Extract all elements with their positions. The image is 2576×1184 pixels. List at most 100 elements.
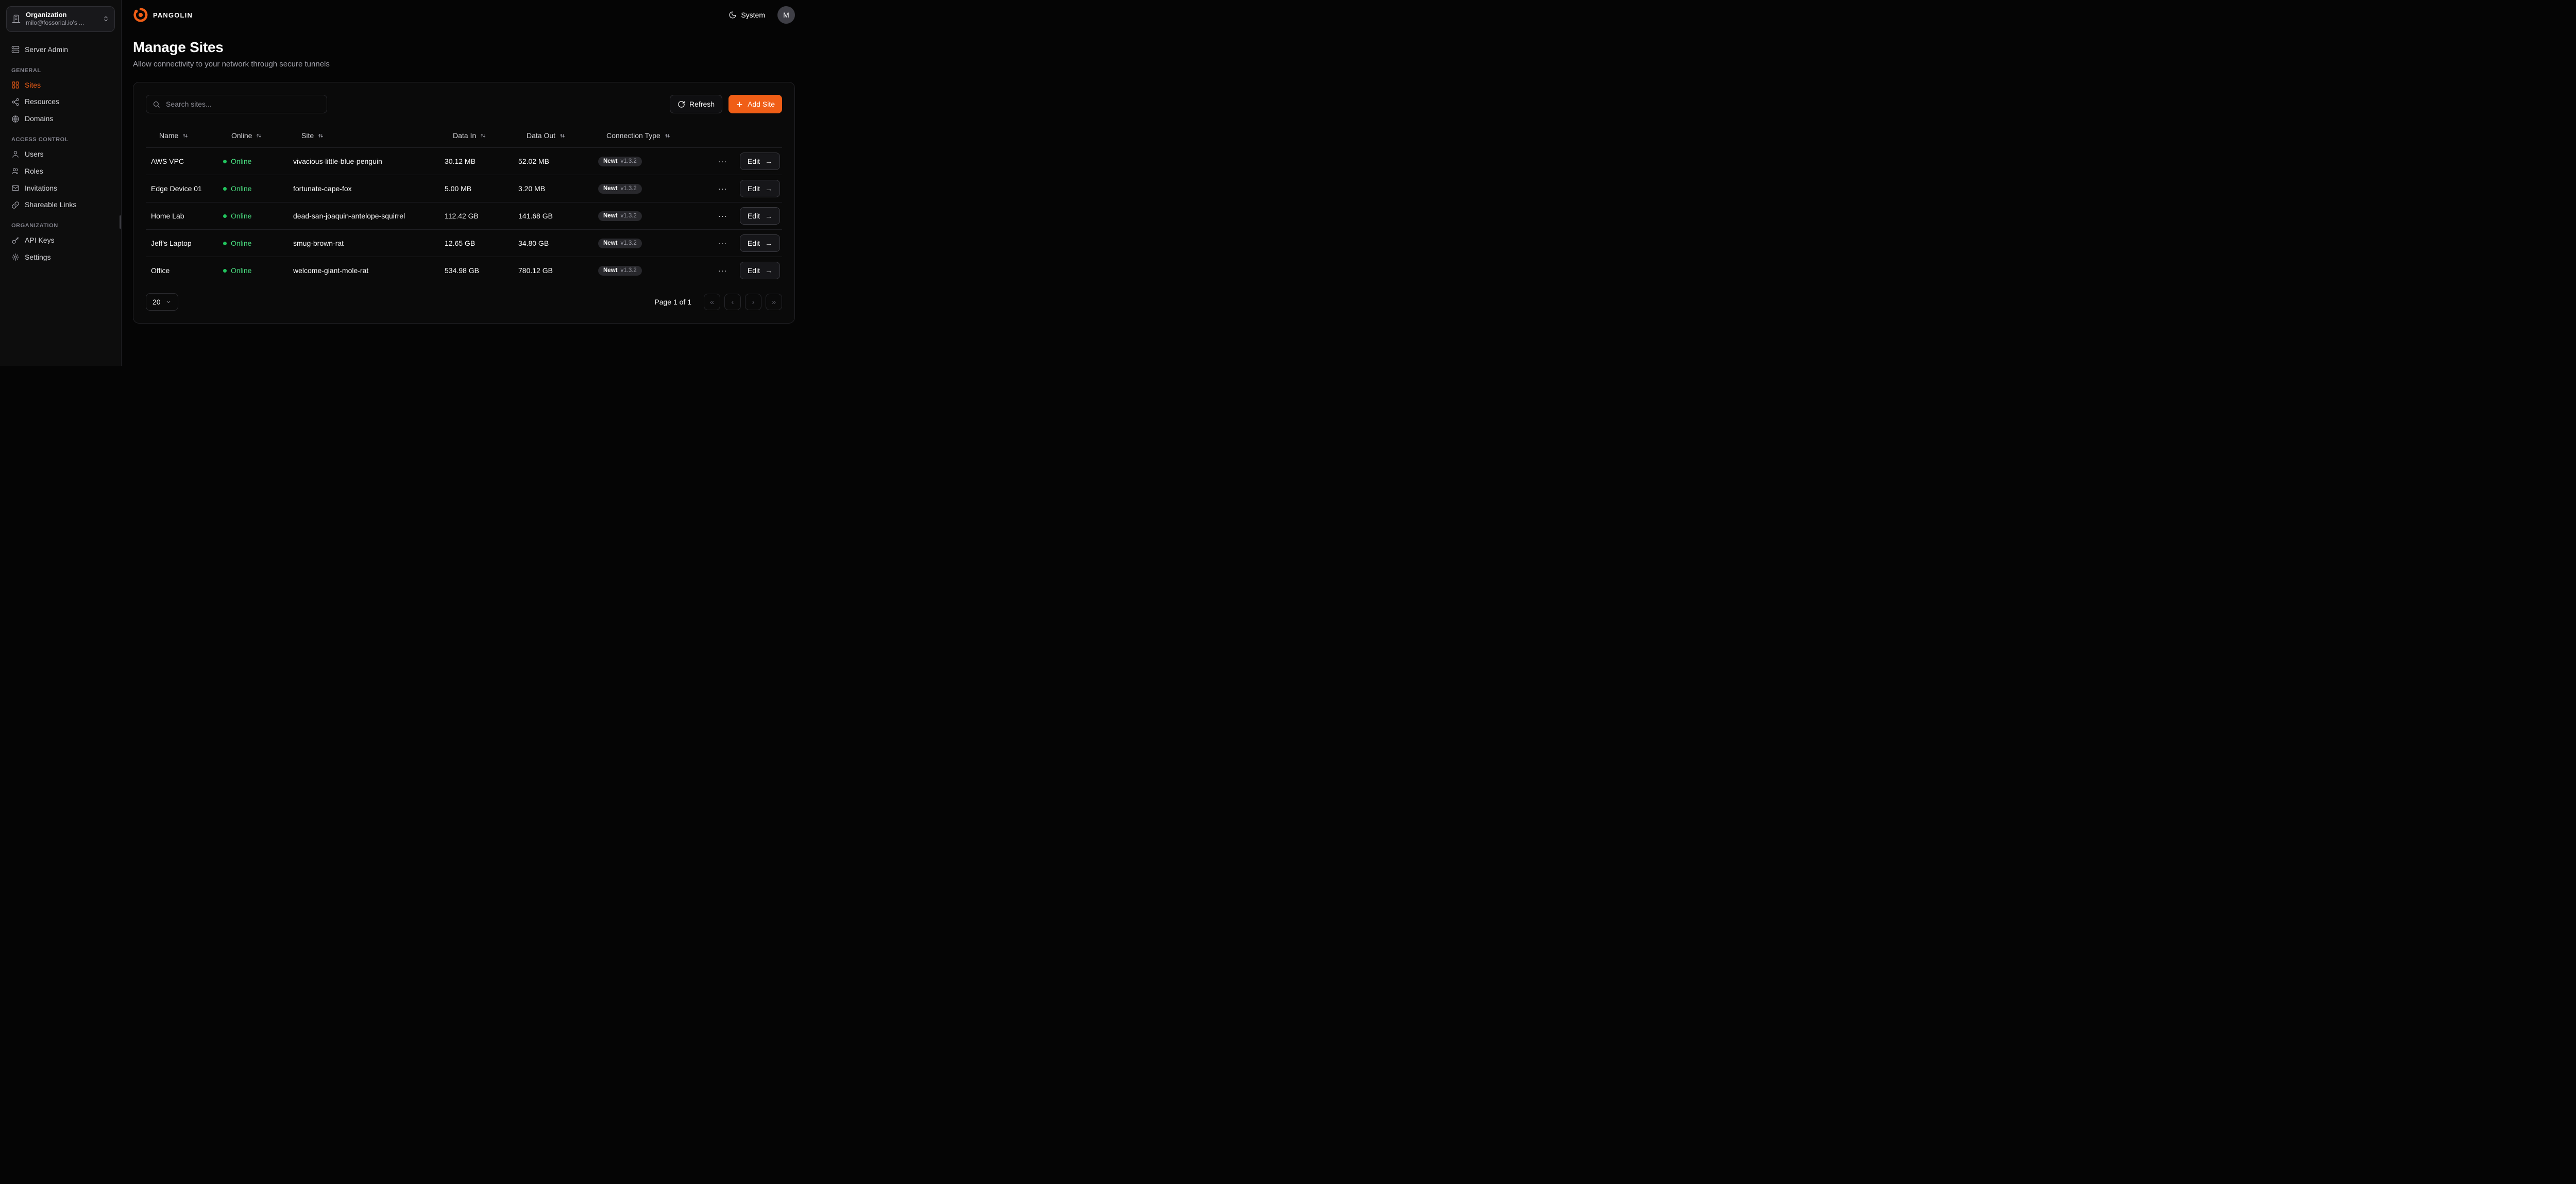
brand: PANGOLIN: [133, 7, 193, 23]
online-dot-icon: [223, 160, 227, 163]
sidebar-item-label: Resources: [25, 97, 59, 106]
sidebar-item-shareable-links[interactable]: Shareable Links: [6, 196, 115, 213]
sort-icon: [256, 132, 262, 139]
theme-toggle[interactable]: System: [728, 11, 765, 19]
page-head: Manage Sites Allow connectivity to your …: [133, 39, 795, 69]
site-name: Home Lab: [146, 212, 218, 220]
sidebar-item-label: Settings: [25, 253, 51, 262]
site-slug: welcome-giant-mole-rat: [288, 266, 439, 275]
sidebar-item-domains[interactable]: Domains: [6, 110, 115, 127]
sort-icon: [317, 132, 324, 139]
key-icon: [11, 236, 20, 245]
table-row: Home Lab Online dead-san-joaquin-antelop…: [146, 202, 782, 229]
sidebar-section-access-control: ACCESS CONTROL: [6, 137, 115, 143]
online-dot-icon: [223, 242, 227, 245]
site-slug: fortunate-cape-fox: [288, 184, 439, 193]
sidebar-item-invitations[interactable]: Invitations: [6, 180, 115, 197]
connection-version: v1.3.2: [620, 268, 636, 274]
edit-button[interactable]: Edit →: [740, 207, 780, 225]
row-menu-button[interactable]: ···: [717, 156, 728, 167]
sidebar-item-resources[interactable]: Resources: [6, 93, 115, 110]
row-menu-button[interactable]: ···: [717, 265, 728, 277]
connection-name: Newt: [603, 268, 617, 274]
sidebar-section-organization: ORGANIZATION: [6, 223, 115, 229]
theme-label: System: [741, 11, 765, 19]
status-badge: Online: [218, 157, 288, 165]
site-slug: smug-brown-rat: [288, 239, 439, 247]
column-header-data-in[interactable]: Data In: [439, 131, 513, 140]
page-subtitle: Allow connectivity to your network throu…: [133, 60, 795, 69]
org-picker[interactable]: Organization milo@fossorial.io's ...: [6, 6, 115, 32]
sidebar-item-label: Server Admin: [25, 45, 68, 54]
column-header-online[interactable]: Online: [218, 131, 288, 140]
row-menu-button[interactable]: ···: [717, 210, 728, 222]
table-footer: 20 Page 1 of 1 « ‹ › »: [146, 293, 782, 311]
column-header-name[interactable]: Name: [146, 131, 218, 140]
connection-type-cell: Newt v1.3.2: [593, 265, 711, 276]
sidebar-item-label: Roles: [25, 167, 43, 176]
data-out-value: 780.12 GB: [513, 266, 593, 275]
refresh-button[interactable]: Refresh: [670, 95, 722, 113]
sidebar-section-general: GENERAL: [6, 67, 115, 74]
column-header-connection-type[interactable]: Connection Type: [593, 131, 711, 140]
column-label: Data In: [453, 131, 476, 140]
page-info: Page 1 of 1: [654, 298, 691, 306]
arrow-right-icon: →: [765, 158, 772, 165]
sidebar-item-api-keys[interactable]: API Keys: [6, 232, 115, 249]
gear-icon: [11, 253, 20, 261]
sidebar-item-settings[interactable]: Settings: [6, 249, 115, 266]
page-size-select[interactable]: 20: [146, 293, 178, 311]
edit-button[interactable]: Edit →: [740, 262, 780, 279]
column-label: Connection Type: [606, 131, 660, 140]
connection-badge: Newt v1.3.2: [598, 266, 642, 276]
status-badge: Online: [218, 266, 288, 275]
link-icon: [11, 201, 20, 209]
column-header-site[interactable]: Site: [288, 131, 439, 140]
first-page-button[interactable]: «: [704, 294, 720, 310]
edit-button[interactable]: Edit →: [740, 180, 780, 197]
site-name: Jeff's Laptop: [146, 239, 218, 247]
edit-label: Edit: [748, 157, 760, 165]
avatar[interactable]: M: [777, 6, 795, 24]
edit-button[interactable]: Edit →: [740, 234, 780, 252]
users-icon: [11, 167, 20, 175]
sidebar-scrollbar[interactable]: [120, 215, 121, 229]
prev-page-button[interactable]: ‹: [724, 294, 741, 310]
status-label: Online: [231, 239, 251, 247]
sidebar-item-label: Users: [25, 150, 44, 159]
status-label: Online: [231, 157, 251, 165]
arrow-right-icon: →: [765, 240, 772, 247]
arrow-right-icon: →: [765, 185, 772, 192]
online-dot-icon: [223, 214, 227, 218]
page-size-value: 20: [152, 298, 161, 306]
site-name: Office: [146, 266, 218, 275]
row-actions: ··· Edit →: [711, 180, 782, 197]
sidebar-item-label: Shareable Links: [25, 200, 76, 209]
main-content: PANGOLIN System M Manage Sites Allow con…: [122, 0, 808, 366]
sidebar-item-server-admin[interactable]: Server Admin: [6, 41, 115, 58]
sites-toolbar: Refresh Add Site: [146, 95, 782, 113]
add-site-label: Add Site: [748, 100, 775, 108]
row-menu-button[interactable]: ···: [717, 238, 728, 249]
refresh-icon: [677, 100, 685, 108]
connection-type-cell: Newt v1.3.2: [593, 238, 711, 249]
sidebar-item-roles[interactable]: Roles: [6, 163, 115, 180]
connection-badge: Newt v1.3.2: [598, 239, 642, 249]
edit-label: Edit: [748, 266, 760, 275]
search-input[interactable]: [165, 99, 320, 109]
connection-type-cell: Newt v1.3.2: [593, 183, 711, 194]
last-page-button[interactable]: »: [766, 294, 782, 310]
sidebar-item-users[interactable]: Users: [6, 146, 115, 163]
edit-button[interactable]: Edit →: [740, 153, 780, 170]
row-menu-button[interactable]: ···: [717, 183, 728, 195]
column-header-data-out[interactable]: Data Out: [513, 131, 593, 140]
next-page-button[interactable]: ›: [745, 294, 761, 310]
topbar: PANGOLIN System M: [133, 0, 795, 21]
add-site-button[interactable]: Add Site: [728, 95, 782, 113]
building-icon: [12, 14, 21, 23]
sidebar-item-sites[interactable]: Sites: [6, 77, 115, 94]
sites-table: Name Online Site Data In: [146, 124, 782, 284]
connection-badge: Newt v1.3.2: [598, 211, 642, 222]
search-box[interactable]: [146, 95, 327, 113]
sort-icon: [664, 132, 671, 139]
